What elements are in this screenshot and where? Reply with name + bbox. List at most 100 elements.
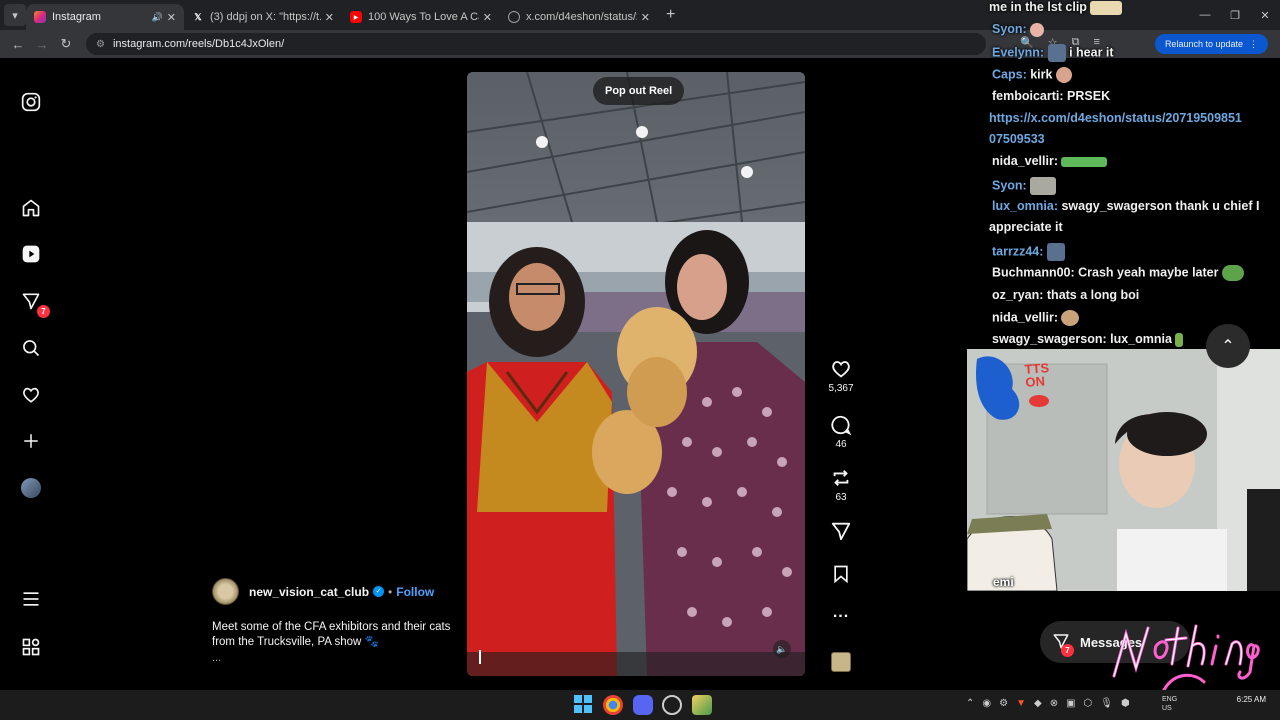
share-button[interactable] xyxy=(822,520,860,542)
stream-chat: me in the lst clip Syon: Evelynn: i hear… xyxy=(989,0,1280,350)
channel-logo xyxy=(1112,624,1260,692)
system-tray: ⌃ ◉ ⚙ ▼ ◆ ⊗ ▣ ⬡ 🎙 ⬢ xyxy=(966,698,1130,709)
chat-message: lux_omnia: swagy_swagerson thank u chief… xyxy=(992,199,1260,213)
repost-button[interactable]: 63 xyxy=(822,467,860,503)
address-bar[interactable]: ⚙ instagram.com/reels/Db1c4JxOlen/ xyxy=(86,33,986,55)
url-text: instagram.com/reels/Db1c4JxOlen/ xyxy=(112,38,285,50)
new-tab-button[interactable]: + xyxy=(666,6,675,24)
region-code: US xyxy=(1162,705,1172,712)
tab-title: 100 Ways To Love A Cat: Ways xyxy=(368,11,479,23)
chevron-up-icon[interactable]: ⌃ xyxy=(1206,324,1250,368)
chat-message: Caps: kirk xyxy=(992,67,1072,83)
close-icon[interactable]: ✕ xyxy=(167,11,176,24)
bookmark-icon xyxy=(834,565,848,584)
chat-message: appreciate it xyxy=(989,220,1063,234)
tts-line-2: ON xyxy=(1024,373,1046,390)
reel-video[interactable]: Pop out Reel 🔈 xyxy=(467,72,805,676)
screen: ▾ Instagram 🔊 ✕ 𝕏 (3) ddpj on X: "https:… xyxy=(0,0,1280,720)
pop-out-reel-button[interactable]: Pop out Reel xyxy=(593,77,685,105)
instagram-icon xyxy=(34,11,46,23)
tab-x[interactable]: 𝕏 (3) ddpj on X: "https://t.co/fM9 ✕ xyxy=(184,4,342,30)
chat-message: Buchmann00: Crash yeah maybe later xyxy=(992,265,1244,281)
creator-username[interactable]: new_vision_cat_club xyxy=(249,585,369,599)
chat-message: tarrzz44: xyxy=(992,243,1065,261)
creator-avatar[interactable] xyxy=(212,578,239,605)
heart-icon xyxy=(832,361,850,378)
chat-link[interactable]: https://x.com/d4eshon/status/20719509851 xyxy=(989,111,1242,125)
close-icon[interactable]: ✕ xyxy=(325,11,334,24)
more-options-button[interactable]: ... xyxy=(822,604,860,622)
chat-message: oz_ryan: thats a long boi xyxy=(992,288,1140,302)
clock-time: 6:25 AM xyxy=(1236,695,1266,704)
close-icon[interactable]: ✕ xyxy=(483,11,492,24)
home-icon[interactable] xyxy=(20,197,42,219)
microphone-icon[interactable]: 🎙 xyxy=(1100,698,1113,709)
tray-app-icon[interactable]: ▣ xyxy=(1066,698,1075,709)
follow-button[interactable]: Follow xyxy=(396,585,434,599)
tab-title: Instagram xyxy=(52,11,101,23)
send-icon: 7 xyxy=(1052,632,1074,657)
system-clock[interactable]: 6:25 AM xyxy=(1237,694,1266,705)
reels-icon[interactable] xyxy=(20,243,42,265)
close-icon[interactable]: ✕ xyxy=(641,11,650,24)
speaker-icon[interactable]: 🔊 xyxy=(152,12,163,23)
chrome-icon[interactable] xyxy=(603,695,623,715)
repost-icon xyxy=(833,470,849,486)
comment-count: 46 xyxy=(835,439,847,450)
forward-arrow-icon[interactable]: → xyxy=(30,37,54,52)
playback-cursor[interactable] xyxy=(479,650,481,664)
profile-avatar[interactable] xyxy=(20,477,42,499)
webcam-feed-image xyxy=(967,349,1280,591)
chat-message: Syon: xyxy=(992,22,1045,37)
reload-icon[interactable]: ↻ xyxy=(54,36,78,52)
like-button[interactable]: 5,367 xyxy=(822,358,860,394)
lang-code: ENG xyxy=(1162,696,1178,703)
windows-start-icon[interactable] xyxy=(574,695,594,715)
tray-app-icon[interactable]: ⬢ xyxy=(1121,698,1130,709)
search-icon[interactable] xyxy=(20,337,42,359)
app-icon[interactable] xyxy=(692,695,712,715)
caption-text: Meet some of the CFA exhibitors and thei… xyxy=(212,621,451,648)
chat-message: nida_vellir: xyxy=(992,154,1108,168)
direct-messages-icon[interactable]: 7 xyxy=(20,290,50,318)
chat-message: Syon: xyxy=(992,177,1057,195)
send-icon xyxy=(831,522,851,541)
tray-app-icon[interactable]: ◆ xyxy=(1034,698,1042,709)
tab-x-status[interactable]: x.com/d4eshon/status/20719 ✕ xyxy=(500,4,658,30)
chevron-up-icon[interactable]: ⌃ xyxy=(966,698,974,709)
apps-grid-icon[interactable] xyxy=(20,636,42,658)
tray-app-icon[interactable]: ⬡ xyxy=(1084,698,1093,709)
reel-frame-image xyxy=(467,72,805,676)
chat-link[interactable]: 07509533 xyxy=(989,132,1045,146)
tab-title: (3) ddpj on X: "https://t.co/fM9 xyxy=(210,11,321,23)
comment-button[interactable]: 46 xyxy=(822,414,860,450)
brave-icon[interactable]: ▼ xyxy=(1016,698,1026,709)
discord-icon[interactable] xyxy=(633,695,653,715)
windows-taskbar: ⌃ ◉ ⚙ ▼ ◆ ⊗ ▣ ⬡ 🎙 ⬢ ENG US 6:25 AM xyxy=(0,690,1280,720)
create-plus-icon[interactable] xyxy=(20,430,42,452)
xbox-icon[interactable]: ⊗ xyxy=(1050,698,1058,709)
hamburger-menu-icon[interactable] xyxy=(20,588,42,610)
steam-icon[interactable]: ⚙ xyxy=(999,698,1008,709)
language-indicator[interactable]: ENG US xyxy=(1162,695,1177,713)
instagram-logo-icon[interactable] xyxy=(20,91,42,113)
audio-thumbnail[interactable] xyxy=(831,652,851,672)
speaker-icon[interactable]: 🔈 xyxy=(773,640,791,658)
tab-search-button[interactable]: ▾ xyxy=(4,4,26,26)
verified-badge-icon: ✓ xyxy=(373,586,385,597)
site-info-icon[interactable]: ⚙ xyxy=(96,39,105,50)
caption-more-button[interactable]: ... xyxy=(212,652,452,664)
chrome-tray-icon[interactable]: ◉ xyxy=(982,698,991,709)
tab-youtube[interactable]: ▶ 100 Ways To Love A Cat: Ways ✕ xyxy=(342,4,500,30)
chat-message: me in the lst clip xyxy=(989,0,1123,15)
heart-icon[interactable] xyxy=(20,384,42,406)
back-arrow-icon[interactable]: ← xyxy=(6,37,30,52)
globe-icon xyxy=(508,11,520,23)
chat-message: Evelynn: i hear it xyxy=(992,44,1114,62)
obs-icon[interactable] xyxy=(662,695,682,715)
tab-instagram[interactable]: Instagram 🔊 ✕ xyxy=(26,4,184,30)
chat-message: swagy_swagerson: lux_omnia xyxy=(992,332,1184,347)
like-count: 5,367 xyxy=(828,383,854,394)
save-button[interactable] xyxy=(822,564,860,584)
separator-dot: • xyxy=(388,584,393,599)
